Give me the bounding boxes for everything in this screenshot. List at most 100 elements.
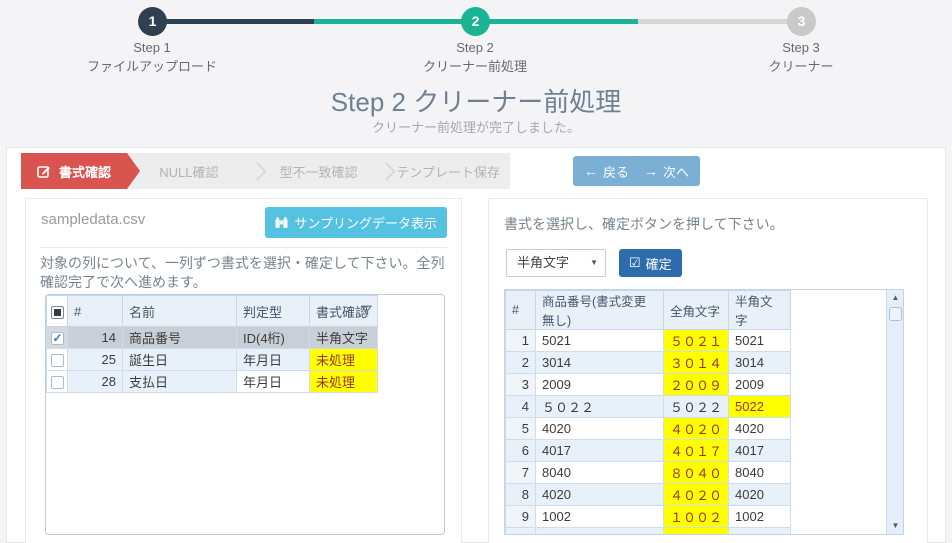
cell-num: 2 bbox=[506, 352, 536, 374]
col-header-num: # bbox=[506, 291, 536, 330]
connector-active-2 bbox=[475, 19, 638, 24]
table-row[interactable]: 6 4017 ４０１７ 4017 bbox=[506, 440, 791, 462]
cell-zenkaku: ２００６ bbox=[664, 528, 729, 536]
cell-num: 5 bbox=[506, 418, 536, 440]
tab-null-check[interactable]: NULL確認 bbox=[127, 153, 251, 189]
cell-hankaku: 3014 bbox=[729, 352, 791, 374]
step-2-subtitle: クリーナー前処理 bbox=[365, 58, 585, 77]
step-progress-bar: 1 2 3 Step 1 ファイルアップロード Step 2 クリーナー前処理 … bbox=[0, 0, 952, 80]
connector-done bbox=[152, 19, 314, 24]
table-row[interactable]: 14 商品番号 ID(4桁) 半角文字 bbox=[47, 327, 378, 349]
cell-name: 商品番号 bbox=[123, 327, 237, 349]
cell-type: ID(4桁) bbox=[237, 327, 310, 349]
cell-num: 9 bbox=[506, 506, 536, 528]
cell-zenkaku: ８０４０ bbox=[664, 462, 729, 484]
step-1-subtitle: ファイルアップロード bbox=[42, 58, 262, 77]
cell-zenkaku: ５０２１ bbox=[664, 330, 729, 352]
cell-format-unprocessed: 未処理 bbox=[310, 349, 378, 371]
cell-num: 8 bbox=[506, 484, 536, 506]
table-row[interactable]: 2 3014 ３０１４ 3014 bbox=[506, 352, 791, 374]
table-row[interactable]: 4 ５０２２ ５０２２ 5022 bbox=[506, 396, 791, 418]
cell-original: 2009 bbox=[536, 374, 664, 396]
row-checkbox[interactable] bbox=[51, 332, 64, 345]
col-header-name: 名前 bbox=[123, 296, 237, 327]
step-1-title: Step 1 bbox=[42, 39, 262, 58]
cell-num: 14 bbox=[68, 327, 123, 349]
row-checkbox[interactable] bbox=[51, 376, 64, 389]
table-row[interactable]: 1 5021 ５０２１ 5021 bbox=[506, 330, 791, 352]
step-3-circle: 3 bbox=[787, 7, 816, 36]
cell-hankaku: 2009 bbox=[729, 374, 791, 396]
sampling-data-button-label: サンプリングデータ表示 bbox=[294, 213, 437, 232]
arrow-right-icon: → bbox=[644, 163, 658, 179]
table-row[interactable]: 8 4020 ４０２０ 4020 bbox=[506, 484, 791, 506]
vertical-scrollbar[interactable]: ▲ ▼ bbox=[886, 290, 903, 534]
select-all-checkbox[interactable] bbox=[51, 306, 64, 319]
tab-type-mismatch[interactable]: 型不一致確認 bbox=[257, 153, 381, 189]
next-button[interactable]: → 次へ bbox=[633, 156, 700, 186]
cell-num: 6 bbox=[506, 440, 536, 462]
column-table: # 名前 判定型 書式確認 14 商品番号 ID(4桁) 半角文字 bbox=[46, 295, 378, 393]
format-select-panel: 書式を選択し、確定ボタンを押して下さい。 半角文字 ▼ ☑ 確定 # 商品番号(… bbox=[488, 198, 928, 543]
table-row[interactable]: 5 4020 ４０２０ 4020 bbox=[506, 418, 791, 440]
column-grid: # 名前 判定型 書式確認 14 商品番号 ID(4桁) 半角文字 bbox=[45, 294, 445, 535]
cell-zenkaku: ４０２０ bbox=[664, 484, 729, 506]
confirm-button-label: 確定 bbox=[646, 254, 672, 273]
confirm-button[interactable]: ☑ 確定 bbox=[619, 249, 682, 277]
cell-zenkaku: ３０１４ bbox=[664, 352, 729, 374]
step-2-label: Step 2 クリーナー前処理 bbox=[365, 39, 585, 77]
row-checkbox[interactable] bbox=[51, 354, 64, 367]
filter-icon[interactable] bbox=[361, 305, 372, 316]
cell-hankaku: 5021 bbox=[729, 330, 791, 352]
preview-table-header-row: # 商品番号(書式変更無し) 全角文字 半角文字 bbox=[506, 291, 791, 330]
cell-num: 10 bbox=[506, 528, 536, 536]
scroll-up-icon[interactable]: ▲ bbox=[887, 290, 904, 306]
step-2-title: Step 2 bbox=[365, 39, 585, 58]
scrollbar-thumb[interactable] bbox=[889, 307, 902, 321]
left-instruction-text: 対象の列について、一列ずつ書式を選択・確定して下さい。全列確認完了で次へ進めます… bbox=[40, 254, 450, 293]
table-row[interactable]: 28 支払日 年月日 未処理 bbox=[47, 371, 378, 393]
preview-table: # 商品番号(書式変更無し) 全角文字 半角文字 1 5021 ５０２１ 502… bbox=[505, 290, 791, 535]
tab-template-save[interactable]: テンプレート保存 bbox=[386, 153, 510, 189]
tab-format-check[interactable]: 書式確認 bbox=[21, 153, 127, 189]
page-subtitle: クリーナー前処理が完了しました。 bbox=[0, 117, 952, 136]
next-button-label: 次へ bbox=[663, 162, 689, 181]
step-3-label: Step 3 クリーナー bbox=[691, 39, 911, 77]
table-row[interactable]: 9 1002 １００２ 1002 bbox=[506, 506, 791, 528]
back-button[interactable]: ← 戻る bbox=[573, 156, 640, 186]
cell-hankaku: 5022 bbox=[729, 396, 791, 418]
cell-name: 支払日 bbox=[123, 371, 237, 393]
cell-original: 3014 bbox=[536, 352, 664, 374]
binoculars-icon bbox=[275, 216, 288, 229]
table-row[interactable]: 25 誕生日 年月日 未処理 bbox=[47, 349, 378, 371]
cell-original: 2006 bbox=[536, 528, 664, 536]
table-row[interactable]: 10 2006 ２００６ 2006 bbox=[506, 528, 791, 536]
page-title: Step 2 クリーナー前処理 bbox=[0, 82, 952, 119]
sampling-data-button[interactable]: サンプリングデータ表示 bbox=[265, 207, 447, 238]
cell-hankaku: 4020 bbox=[729, 484, 791, 506]
column-list-panel: sampledata.csv サンプリングデータ表示 対象の列について、一列ずつ… bbox=[25, 198, 462, 543]
cell-num: 3 bbox=[506, 374, 536, 396]
format-select-dropdown[interactable]: 半角文字 ▼ bbox=[506, 249, 606, 277]
cell-original: 1002 bbox=[536, 506, 664, 528]
cell-hankaku: 2006 bbox=[729, 528, 791, 536]
table-row[interactable]: 3 2009 ２００９ 2009 bbox=[506, 374, 791, 396]
cell-original: 4017 bbox=[536, 440, 664, 462]
cell-original: 4020 bbox=[536, 484, 664, 506]
scroll-down-icon[interactable]: ▼ bbox=[887, 518, 904, 534]
step-3-subtitle: クリーナー bbox=[691, 58, 911, 77]
cell-type: 年月日 bbox=[237, 371, 310, 393]
cell-zenkaku: １００２ bbox=[664, 506, 729, 528]
col-header-num: # bbox=[68, 296, 123, 327]
column-table-header-row: # 名前 判定型 書式確認 bbox=[47, 296, 378, 327]
back-button-label: 戻る bbox=[603, 162, 629, 181]
table-row[interactable]: 7 8040 ８０４０ 8040 bbox=[506, 462, 791, 484]
cell-original: 8040 bbox=[536, 462, 664, 484]
cell-zenkaku: ２００９ bbox=[664, 374, 729, 396]
right-instruction-text: 書式を選択し、確定ボタンを押して下さい。 bbox=[504, 214, 914, 234]
step-1-circle[interactable]: 1 bbox=[138, 7, 167, 36]
chevron-down-icon: ▼ bbox=[590, 250, 598, 276]
col-header-type: 判定型 bbox=[237, 296, 310, 327]
step-2-circle[interactable]: 2 bbox=[461, 7, 490, 36]
step-3-title: Step 3 bbox=[691, 39, 911, 58]
